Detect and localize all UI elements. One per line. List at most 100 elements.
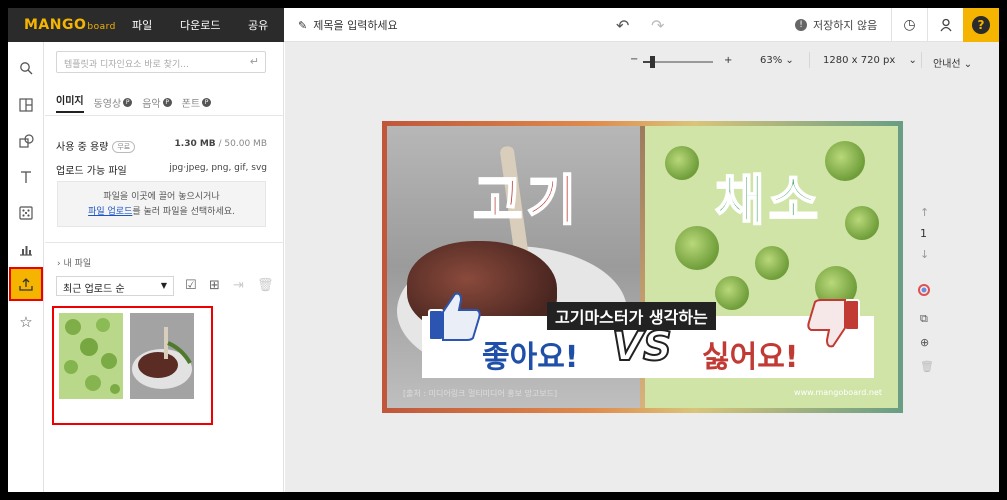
tabs-divider bbox=[45, 115, 284, 116]
types-value: jpg·jpeg, png, gif, svg bbox=[169, 163, 267, 173]
select-all-icon[interactable]: ☑ bbox=[185, 278, 197, 293]
rail-dice-icon[interactable] bbox=[8, 195, 44, 231]
delete-page-icon[interactable]: 🗑 bbox=[920, 360, 934, 373]
rail-upload-icon[interactable] bbox=[9, 267, 43, 301]
design-canvas[interactable]: 고기 채소 고기마스터가 생각하는 좋아요! VS 싫어요! [출처: 미디어… bbox=[382, 121, 903, 413]
usage-value: 1.30 MB / 50.00 MB bbox=[175, 139, 267, 149]
logo[interactable]: MANGOboard bbox=[24, 17, 116, 33]
upload-dropzone[interactable]: 파일을 이곳에 끌어 놓으시거나 파일 업로드를 눌러 파일을 선택하세요. bbox=[57, 181, 266, 227]
dislike-text[interactable]: 싫어요! bbox=[702, 332, 798, 376]
pencil-icon: ✎ bbox=[298, 18, 308, 32]
history-icon[interactable]: ◷ bbox=[891, 8, 927, 42]
usage-label-text: 사용 중 용량 bbox=[56, 142, 109, 153]
rail-text-icon[interactable] bbox=[8, 159, 44, 195]
drop-line2: 를 눌러 파일을 선택하세요. bbox=[132, 207, 235, 217]
right-title[interactable]: 채소 bbox=[714, 156, 822, 235]
uploaded-thumbs bbox=[52, 306, 213, 425]
page-down-icon[interactable]: ↓ bbox=[920, 248, 929, 261]
rail-search-icon[interactable] bbox=[8, 50, 44, 86]
zoom-plus[interactable]: + bbox=[724, 55, 732, 66]
save-status-text: 저장하지 않음 bbox=[813, 19, 878, 32]
zoom-level-select[interactable]: 63% ⌄ bbox=[760, 55, 794, 66]
like-text[interactable]: 좋아요! bbox=[482, 332, 578, 376]
page-number: 1 bbox=[920, 227, 927, 240]
duplicate-icon[interactable]: ⧉ bbox=[920, 312, 928, 326]
menu-download[interactable]: 다운로드 bbox=[180, 17, 220, 33]
canvas-size-select[interactable]: 1280 x 720 px ⌄ bbox=[823, 55, 917, 66]
enter-icon[interactable]: ↵ bbox=[250, 55, 259, 68]
tab-music[interactable]: 음악 P bbox=[142, 92, 172, 113]
tab-image[interactable]: 이미지 bbox=[56, 92, 84, 113]
app-window: MANGOboard 파일 다운로드 공유 ✎ 제목을 입력하세요 ↶ ↷ ! … bbox=[8, 8, 999, 492]
drop-line1: 파일을 이곳에 끌어 놓으시거나 bbox=[103, 192, 220, 202]
tab-font-label: 폰트 bbox=[181, 99, 201, 110]
sort-select[interactable]: 최근 업로드 순 ▼ bbox=[56, 276, 174, 296]
zoom-slider-knob[interactable] bbox=[650, 56, 655, 68]
logo-main: MANGO bbox=[24, 17, 87, 33]
page-up-icon[interactable]: ↑ bbox=[920, 206, 929, 219]
logo-sub: board bbox=[87, 22, 116, 32]
search-input[interactable]: 템플릿과 디자인요소 바로 찾기... ↵ bbox=[56, 51, 266, 73]
rail-star-icon[interactable]: ☆ bbox=[8, 304, 44, 340]
thumbs-down-icon[interactable] bbox=[805, 296, 863, 352]
top-bar: MANGOboard 파일 다운로드 공유 ✎ 제목을 입력하세요 ↶ ↷ ! … bbox=[8, 8, 999, 42]
drop-line2-wrap: 파일 업로드를 눌러 파일을 선택하세요. bbox=[58, 205, 265, 220]
pro-badge: P bbox=[202, 98, 212, 107]
free-badge: 무료 bbox=[112, 141, 136, 153]
undo-icon[interactable]: ↶ bbox=[616, 16, 629, 35]
pro-badge: P bbox=[162, 98, 172, 107]
sort-value: 최근 업로드 순 bbox=[63, 284, 125, 295]
title-placeholder: 제목을 입력하세요 bbox=[313, 19, 398, 32]
add-page-icon[interactable]: ⊕ bbox=[920, 336, 929, 349]
panel-tabs: 이미지 동영상 P 음악 P 폰트 P bbox=[56, 92, 212, 113]
usage-used: 1.30 MB bbox=[174, 139, 216, 149]
tab-music-label: 음악 bbox=[142, 99, 161, 110]
broccoli bbox=[675, 226, 719, 270]
tab-video[interactable]: 동영상 P bbox=[94, 92, 133, 113]
menu-file[interactable]: 파일 bbox=[132, 17, 152, 33]
canvas-workspace: − + 63% ⌄ 1280 x 720 px ⌄ 안내선 ⌄ 고기 채소 고기… bbox=[285, 42, 999, 492]
vs-text[interactable]: VS bbox=[611, 323, 673, 371]
top-bar-dark: MANGOboard 파일 다운로드 공유 bbox=[8, 8, 284, 42]
rail-layout-icon[interactable] bbox=[8, 87, 44, 123]
trash-icon[interactable]: 🗑 bbox=[257, 278, 274, 293]
canvas-size: 1280 x 720 px bbox=[823, 55, 896, 66]
search-placeholder: 템플릿과 디자인요소 바로 찾기... bbox=[64, 60, 189, 70]
tab-video-label: 동영상 bbox=[93, 99, 122, 110]
title-input[interactable]: ✎ 제목을 입력하세요 bbox=[298, 17, 398, 33]
thumbs-up-icon[interactable] bbox=[425, 288, 483, 344]
thumb-steak[interactable] bbox=[130, 313, 194, 399]
zoom-minus[interactable]: − bbox=[630, 54, 638, 65]
toolbar-divider bbox=[921, 52, 922, 68]
broccoli bbox=[755, 246, 789, 280]
color-wheel-icon[interactable] bbox=[918, 284, 930, 299]
guides-label: 안내선 bbox=[933, 59, 961, 70]
new-folder-icon[interactable]: ⊞ bbox=[209, 278, 220, 293]
redo-icon[interactable]: ↷ bbox=[651, 16, 664, 35]
my-files-toggle[interactable]: › 내 파일 bbox=[57, 256, 91, 269]
toolbar-divider bbox=[809, 52, 810, 68]
help-button[interactable]: ? bbox=[963, 8, 999, 42]
types-label: 업로드 가능 파일 bbox=[56, 166, 127, 177]
menu-share[interactable]: 공유 bbox=[248, 17, 268, 33]
zoom-level: 63% bbox=[760, 55, 783, 66]
my-files-label: 내 파일 bbox=[63, 259, 92, 269]
file-upload-link[interactable]: 파일 업로드 bbox=[88, 207, 132, 217]
usage-label: 사용 중 용량 무료 bbox=[56, 138, 136, 153]
left-title[interactable]: 고기 bbox=[472, 156, 580, 235]
rail-shapes-icon[interactable] bbox=[8, 123, 44, 159]
zoom-slider[interactable] bbox=[643, 56, 713, 68]
info-icon: ! bbox=[795, 19, 807, 31]
rail-chart-icon[interactable] bbox=[8, 231, 44, 267]
left-rail: ☆ bbox=[8, 42, 44, 492]
user-icon[interactable] bbox=[927, 8, 963, 42]
tab-image-label: 이미지 bbox=[56, 96, 84, 107]
move-icon[interactable]: ⇥ bbox=[233, 278, 244, 293]
chevron-down-icon: ⌄ bbox=[908, 55, 917, 66]
tab-font[interactable]: 폰트 P bbox=[181, 92, 212, 113]
pro-badge: P bbox=[123, 98, 133, 107]
chevron-down-icon: ⌄ bbox=[963, 59, 973, 70]
thumb-broccoli[interactable] bbox=[59, 313, 123, 399]
save-status: ! 저장하지 않음 bbox=[795, 17, 877, 33]
guides-select[interactable]: 안내선 ⌄ bbox=[933, 55, 972, 70]
